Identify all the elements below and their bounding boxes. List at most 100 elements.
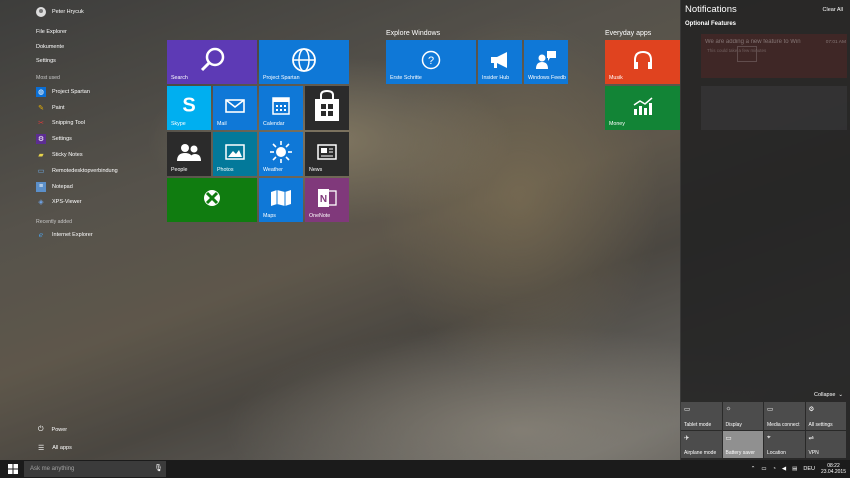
taskbar: Ask me anything 🎙 ⌃ ▭ ◔ ◀ ▤ DEU 08:22 23… xyxy=(0,460,850,478)
tile-weather[interactable]: Weather xyxy=(259,132,303,176)
taskbar-search-input[interactable]: Ask me anything xyxy=(24,461,166,477)
tile-search[interactable]: Search xyxy=(167,40,257,84)
action-center-panel: Notifications Clear All Optional Feature… xyxy=(680,0,850,460)
airplane-icon: ✈ xyxy=(684,434,690,442)
notification-subtext: This could take a few minutes xyxy=(707,48,767,53)
power-button[interactable]: ⏻ Power xyxy=(38,426,67,434)
tile-money[interactable]: Money xyxy=(605,86,680,130)
action-center-icon[interactable]: ▤ xyxy=(792,466,797,472)
tile-project-spartan[interactable]: Project Spartan xyxy=(259,40,349,84)
onenote-icon: N xyxy=(318,188,337,207)
app-remote-desktop[interactable]: ▭ Remotedesktopverbindung xyxy=(36,163,118,179)
people-icon xyxy=(177,143,201,161)
quick-action-battery-saver[interactable]: ▭ Battery saver xyxy=(722,430,763,458)
xbox-icon xyxy=(204,189,220,206)
clock[interactable]: 08:22 23.04.2015 xyxy=(821,463,846,476)
app-settings[interactable]: ⚙ Settings xyxy=(36,131,118,147)
quick-action-display[interactable]: ☼ Display xyxy=(722,402,763,430)
app-snipping-tool[interactable]: ✂ Snipping Tool xyxy=(36,116,118,132)
app-xps-viewer[interactable]: ◈ XPS-Viewer xyxy=(36,195,118,211)
notifications-title: Notifications xyxy=(685,4,737,15)
mail-icon xyxy=(225,98,245,113)
store-icon xyxy=(315,89,339,121)
battery-icon[interactable]: ▭ xyxy=(761,466,766,472)
list-icon: ☰ xyxy=(38,445,45,452)
tile-xbox[interactable] xyxy=(167,178,257,222)
tile-mail[interactable]: Mail xyxy=(213,86,257,130)
tile-people[interactable]: People xyxy=(167,132,211,176)
news-icon xyxy=(317,144,337,160)
gear-icon: ⚙ xyxy=(808,406,815,413)
most-used-header: Most used xyxy=(36,75,60,81)
headphones-icon xyxy=(633,50,652,69)
vpn-icon: ⇌ xyxy=(808,434,814,442)
quick-action-tablet-mode[interactable]: ▭ Tablet mode xyxy=(681,402,722,430)
power-icon: ⏻ xyxy=(38,426,44,433)
tile-photos[interactable]: Photos xyxy=(213,132,257,176)
tile-erste-schritte[interactable]: ? Erste Schritte xyxy=(386,40,476,84)
quick-action-media-connect[interactable]: ▭ Media connect xyxy=(764,402,805,430)
user-account[interactable]: Peter Hrycuk xyxy=(36,7,84,17)
app-notepad[interactable]: ≡ Notepad xyxy=(36,179,118,195)
remote-desktop-icon: ▭ xyxy=(37,167,45,175)
quick-action-airplane-mode[interactable]: ✈ Airplane mode xyxy=(681,430,722,458)
all-apps-button[interactable]: ☰ All apps xyxy=(38,444,72,452)
chevron-up-icon[interactable]: ⌃ xyxy=(751,466,756,472)
avatar xyxy=(36,7,46,17)
tile-windows-feedback[interactable]: Windows Feedb xyxy=(524,40,568,84)
quick-actions: ▭ Tablet mode ☼ Display ▭ Media connect ⚙ Al… xyxy=(680,402,850,458)
keyboard-language[interactable]: DEU xyxy=(803,466,815,472)
help-icon: ? xyxy=(421,50,441,70)
feedback-icon xyxy=(536,50,556,69)
chevron-down-icon: ⌄ xyxy=(838,392,843,398)
gear-icon: ⚙ xyxy=(36,134,46,145)
battery-icon: ▭ xyxy=(725,434,732,442)
svg-text:?: ? xyxy=(428,55,434,67)
ie-icon: ℯ xyxy=(38,231,44,239)
collapse-button[interactable]: Collapse ⌄ xyxy=(814,392,843,398)
app-sticky-notes[interactable]: ▰ Sticky Notes xyxy=(36,147,118,163)
tile-news[interactable]: News xyxy=(305,132,349,176)
volume-icon[interactable]: ◀ xyxy=(782,466,786,472)
calendar-icon xyxy=(272,97,290,115)
paint-icon: ✎ xyxy=(38,104,44,112)
media-connect-icon: ▭ xyxy=(767,406,774,413)
group-title-everyday: Everyday apps xyxy=(605,30,652,37)
tile-insider-hub[interactable]: Insider Hub xyxy=(478,40,522,84)
notification-group-title: Optional Features xyxy=(685,21,737,27)
quick-action-vpn[interactable]: ⇌ VPN xyxy=(805,430,846,458)
tile-musik[interactable]: Musik xyxy=(605,40,680,84)
notification-time: 07:01 AM xyxy=(825,40,846,45)
clock-date: 23.04.2015 xyxy=(820,469,846,475)
app-project-spartan[interactable]: ◍ Project Spartan xyxy=(36,84,118,100)
xps-icon: ◈ xyxy=(38,199,44,207)
pinned-dokumente[interactable]: Dokumente xyxy=(36,43,67,58)
windows-logo-icon[interactable] xyxy=(8,464,18,474)
network-icon[interactable]: ◔ xyxy=(773,466,776,472)
quick-action-location[interactable]: ⌖ Location xyxy=(764,430,805,458)
system-tray: ⌃ ▭ ◔ ◀ ▤ DEU 08:22 23.04.2015 xyxy=(751,460,850,478)
note-icon: ▰ xyxy=(38,152,44,160)
globe-icon: ◍ xyxy=(36,86,46,97)
map-icon xyxy=(271,189,291,206)
microphone-icon[interactable]: 🎙 xyxy=(154,464,163,472)
user-name: Peter Hrycuk xyxy=(52,9,84,15)
app-internet-explorer[interactable]: ℯ Internet Explorer xyxy=(36,227,93,243)
app-paint[interactable]: ✎ Paint xyxy=(36,100,118,116)
tile-calendar[interactable]: Calendar xyxy=(259,86,303,130)
quick-action-all-settings[interactable]: ⚙ All settings xyxy=(805,402,846,430)
pinned-file-explorer[interactable]: File Explorer xyxy=(36,28,67,43)
notepad-icon: ≡ xyxy=(36,181,46,192)
stock-chart-icon xyxy=(633,97,652,115)
notification-item[interactable]: We are adding a new feature to Win This … xyxy=(681,34,850,134)
tile-onenote[interactable]: N OneNote xyxy=(305,178,349,222)
tile-skype[interactable]: S Skype xyxy=(167,86,211,130)
scissors-icon: ✂ xyxy=(38,120,44,128)
tile-store[interactable] xyxy=(305,86,349,130)
clear-all-button[interactable]: Clear All xyxy=(823,7,843,13)
start-menu-list: Peter Hrycuk File Explorer Dokumente Set… xyxy=(0,0,160,460)
location-icon: ⌖ xyxy=(767,433,771,441)
globe-icon xyxy=(292,47,316,72)
pinned-settings[interactable]: Settings xyxy=(36,57,67,72)
tile-maps[interactable]: Maps xyxy=(259,178,303,222)
